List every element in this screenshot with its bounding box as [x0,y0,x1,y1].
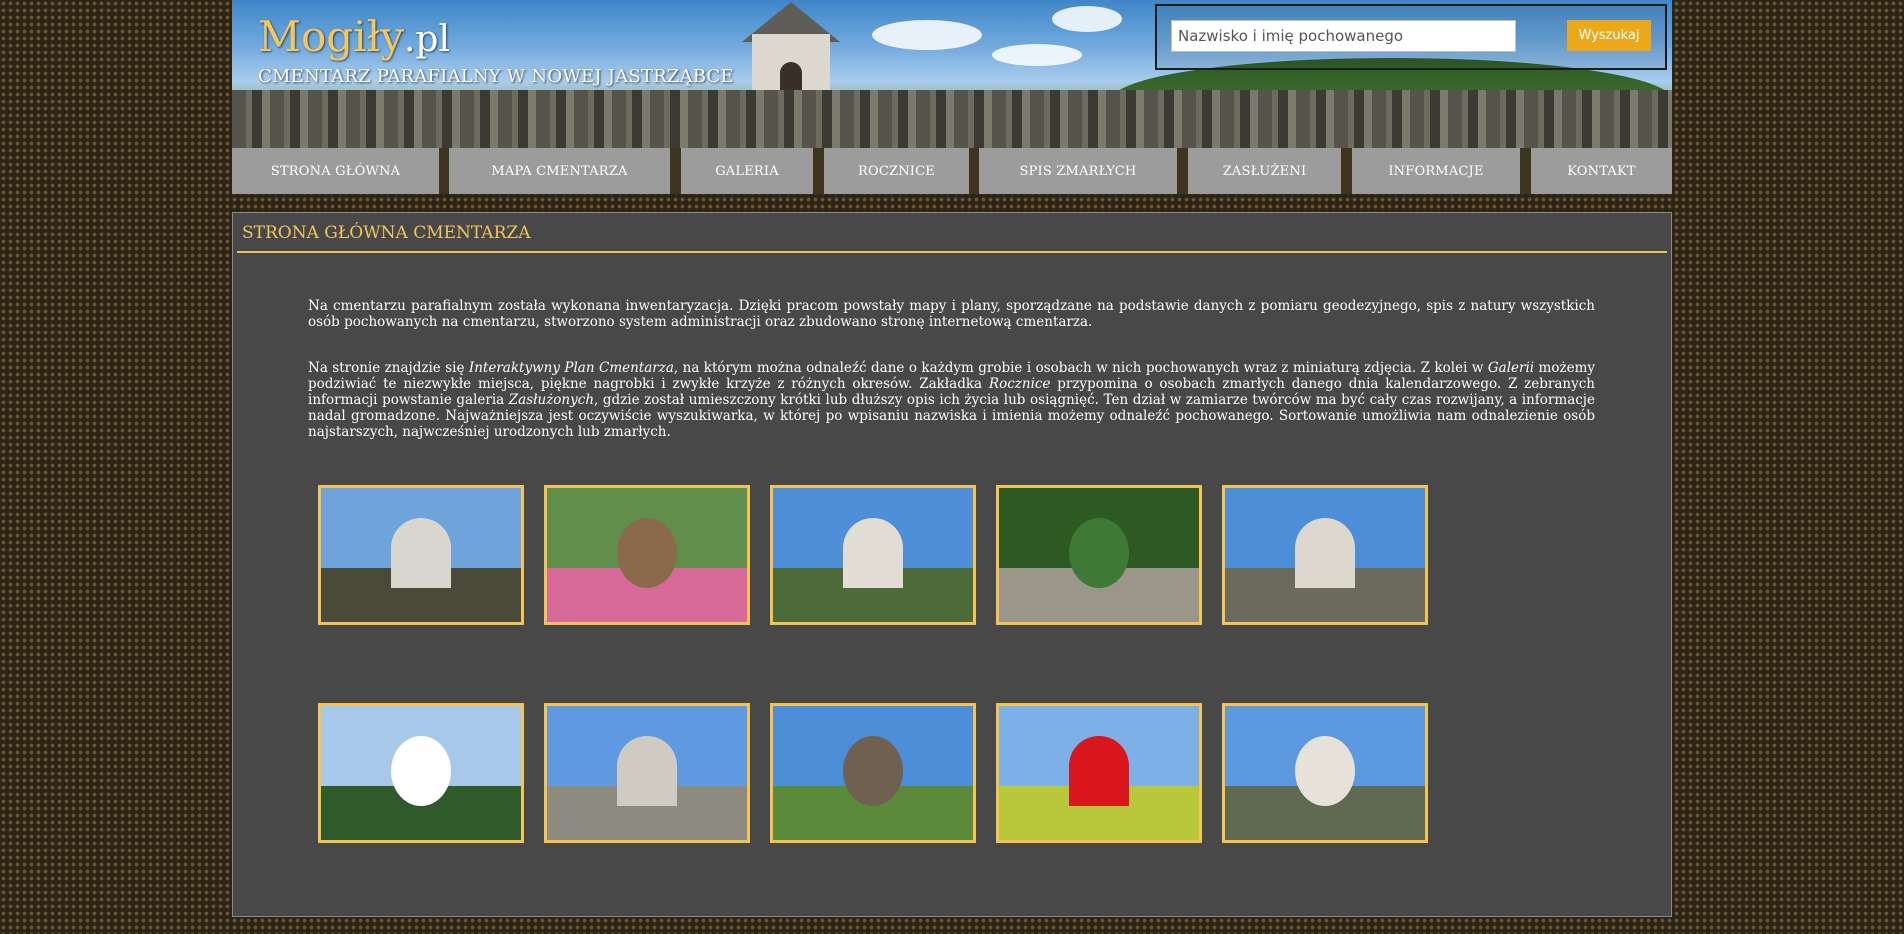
thumbnail-subject [1295,736,1355,806]
nav-item-deceased-list[interactable]: SPIS ZMARŁYCH [979,148,1177,194]
text-span-italic: Rocznice [988,376,1051,392]
logo-main: Mogiły [258,12,404,61]
nav-item-home[interactable]: STRONA GŁÓWNA [232,148,439,194]
gallery-thumbnail-madonna-statue[interactable] [770,703,976,843]
search-input[interactable] [1171,20,1516,52]
nav-item-contact[interactable]: KONTAKT [1531,148,1672,194]
gallery-thumbnail-chapel-gable[interactable] [1222,703,1428,843]
gallery-thumbnail-chapel-front[interactable] [770,485,976,625]
description-paragraph: Na stronie znajdzie się Interaktywny Pla… [308,360,1595,440]
thumbnail-subject [617,518,677,588]
thumbnail-subject [391,518,451,588]
header-cloud [992,44,1082,66]
thumbnail-subject [1295,518,1355,588]
site-subtitle: CMENTARZ PARAFIALNY W NOWEJ JASTRZĄBCE [258,66,734,87]
thumbnail-subject [1069,736,1129,806]
text-span-italic: Zasłużonych [508,392,595,408]
gallery-thumbnail-christ-sculpture-flowers[interactable] [544,485,750,625]
gallery-thumbnail-cemetery-panorama[interactable] [318,485,524,625]
gallery-thumbnail-white-flowers[interactable] [318,703,524,843]
gallery-thumbnail-chapel-side[interactable] [1222,485,1428,625]
thumbnail-subject [391,736,451,806]
nav-item-gallery[interactable]: GALERIA [681,148,813,194]
nav-item-map[interactable]: MAPA CMENTARZA [449,148,670,194]
site-header: Mogiły.pl CMENTARZ PARAFIALNY W NOWEJ JA… [232,0,1672,148]
thumbnail-subject [1069,518,1129,588]
nav-item-honoured[interactable]: ZASŁUŻENI [1188,148,1341,194]
text-span-italic: Interaktywny Plan Cmentarza [468,360,674,376]
text-span: , na którym można odnaleźć dane o każdym… [673,360,1488,376]
text-span: Na stronie znajdzie się [308,360,469,376]
intro-paragraph: Na cmentarzu parafialnym została wykonan… [308,298,1595,330]
gallery-thumbnail-red-rose[interactable] [996,703,1202,843]
site-logo[interactable]: Mogiły.pl [258,12,450,65]
thumbnail-subject [843,518,903,588]
main-content: STRONA GŁÓWNA CMENTARZA Na cmentarzu par… [232,212,1672,917]
page-title: STRONA GŁÓWNA CMENTARZA [242,223,531,243]
main-nav: STRONA GŁÓWNA MAPA CMENTARZA GALERIA ROC… [232,148,1672,194]
gallery-thumbnail-cemetery-alley-trees[interactable] [996,485,1202,625]
thumbnail-subject [843,736,903,806]
nav-item-anniversaries[interactable]: ROCZNICE [824,148,969,194]
page-wrapper: Mogiły.pl CMENTARZ PARAFIALNY W NOWEJ JA… [232,0,1672,917]
gallery-thumbnail-graves-and-chapel[interactable] [544,703,750,843]
text-span-italic: Galerii [1487,360,1535,376]
thumbnail-subject [617,736,677,806]
header-cloud [1052,6,1122,32]
search-box: Wyszukaj [1155,4,1667,70]
header-graves [232,90,1672,148]
logo-suffix: .pl [403,19,450,60]
nav-item-information[interactable]: INFORMACJE [1352,148,1520,194]
title-divider [237,251,1667,253]
search-button[interactable]: Wyszukaj [1567,20,1651,51]
header-cloud [872,20,982,50]
